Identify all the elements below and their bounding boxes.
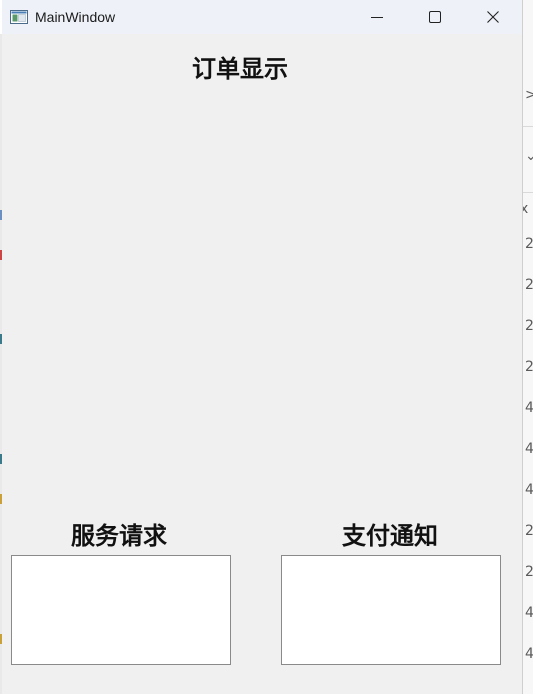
minimize-icon <box>371 8 383 27</box>
bg-glyph: 4 <box>525 482 533 498</box>
payment-notification-heading: 支付通知 <box>342 521 438 550</box>
bg-glyph: 2 <box>525 359 533 375</box>
screen: > ⌄ x 2 2 2 2 4 4 4 2 2 4 4 MainWindow 订… <box>0 0 533 694</box>
orders-display-heading: 订单显示 <box>192 54 288 83</box>
maximize-button[interactable] <box>406 0 464 34</box>
bg-glyph: 2 <box>525 236 533 252</box>
bg-glyph: 4 <box>525 441 533 457</box>
payment-notification-textbox[interactable] <box>281 555 501 665</box>
close-button[interactable] <box>464 0 522 34</box>
background-app: > ⌄ x 2 2 2 2 4 4 4 2 2 4 4 <box>523 0 533 694</box>
bg-glyph: 4 <box>525 646 533 662</box>
bg-glyph: 2 <box>525 564 533 580</box>
bg-glyph: 2 <box>525 523 533 539</box>
service-request-heading: 服务请求 <box>71 521 167 550</box>
main-window: MainWindow 订单显示 服务请求 支付通知 <box>2 0 523 694</box>
title-bar[interactable]: MainWindow <box>2 0 522 34</box>
bg-glyph: 2 <box>525 318 533 334</box>
bg-glyph: 4 <box>525 400 533 416</box>
app-window-icon <box>10 9 28 24</box>
bg-glyph: ⌄ <box>525 148 533 164</box>
bg-glyph: 4 <box>525 605 533 621</box>
bg-glyph: 2 <box>525 277 533 293</box>
maximize-icon <box>429 8 441 27</box>
close-icon <box>487 8 499 27</box>
bg-glyph: x <box>523 201 529 217</box>
window-title: MainWindow <box>35 9 116 25</box>
bg-glyph: > <box>525 87 533 103</box>
service-request-textbox[interactable] <box>11 555 231 665</box>
minimize-button[interactable] <box>348 0 406 34</box>
